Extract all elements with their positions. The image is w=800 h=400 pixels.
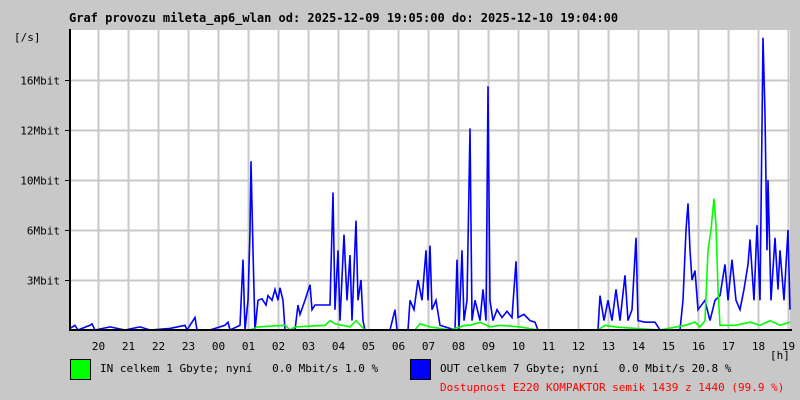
legend-in-swatch [70, 359, 91, 380]
x-tick-label: 14 [632, 340, 646, 353]
x-tick-label: 19 [782, 340, 795, 353]
x-tick-label: 23 [182, 340, 195, 353]
chart-title: Graf provozu mileta_ap6_wlan od: 2025-12… [69, 11, 618, 26]
y-tick-label: 12Mbit [20, 125, 60, 138]
availability-text: Dostupnost E220 KOMPAKTOR semik 1439 z 1… [440, 381, 784, 394]
x-tick-label: 10 [512, 340, 525, 353]
x-tick-label: 08 [452, 340, 465, 353]
y-tick-label: 6Mbit [27, 225, 60, 238]
legend-in-text: IN celkem 1 Gbyte; nyní 0.0 Mbit/s 1.0 % [100, 362, 379, 375]
x-tick-label: 13 [602, 340, 615, 353]
y-tick-label: 16Mbit [20, 75, 60, 88]
x-tick-label: 05 [362, 340, 375, 353]
legend-out-swatch [410, 359, 431, 380]
x-tick-label: 09 [482, 340, 495, 353]
x-tick-label: 12 [572, 340, 585, 353]
y-axis-label: [/s] [14, 31, 41, 44]
x-tick-label: 03 [302, 340, 315, 353]
x-tick-label: 07 [422, 340, 435, 353]
x-tick-label: 17 [722, 340, 735, 353]
x-tick-label: 01 [242, 340, 255, 353]
legend-out-text: OUT celkem 7 Gbyte; nyní 0.0 Mbit/s 20.8… [440, 362, 732, 375]
x-tick-label: 00 [212, 340, 225, 353]
y-tick-label: 10Mbit [20, 175, 60, 188]
x-tick-label: 21 [122, 340, 135, 353]
x-tick-label: 06 [392, 340, 405, 353]
x-tick-label: 02 [272, 340, 285, 353]
x-ticks: 20 21 22 23 00 01 02 03 04 05 06 07 08 09 10 11 12 13 14 15… [92, 340, 795, 353]
x-tick-label: 20 [92, 340, 105, 353]
y-tick-label: 3Mbit [27, 275, 60, 288]
x-tick-label: 18 [752, 340, 765, 353]
x-tick-label: 04 [332, 340, 346, 353]
y-ticks: 3Mbit 6Mbit 10Mbit 12Mbit 16Mbit [20, 75, 70, 288]
x-tick-label: 22 [152, 340, 165, 353]
traffic-chart: Graf provozu mileta_ap6_wlan od: 2025-12… [14, 11, 795, 394]
x-tick-label: 16 [692, 340, 705, 353]
x-tick-label: 11 [542, 340, 555, 353]
x-tick-label: 15 [662, 340, 675, 353]
